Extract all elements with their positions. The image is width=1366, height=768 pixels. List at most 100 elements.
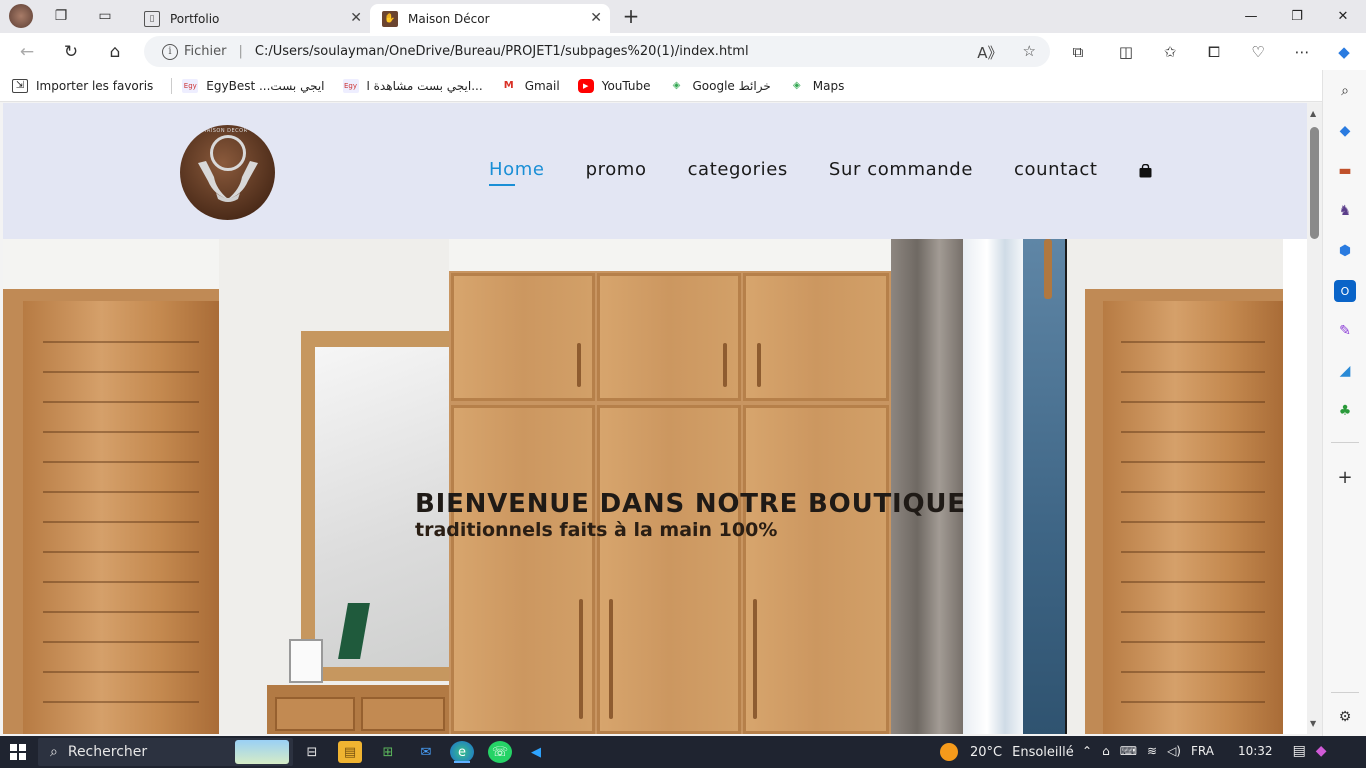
favorite-star-icon[interactable]: ☆ bbox=[1023, 42, 1036, 63]
notifications-icon[interactable]: ▤ bbox=[1293, 743, 1306, 759]
wardrobe-door bbox=[451, 405, 595, 734]
wooden-door-left bbox=[23, 301, 219, 734]
microsoft-365-icon[interactable]: ⬢ bbox=[1334, 240, 1356, 262]
egybest-icon: Egy bbox=[182, 78, 199, 93]
designer-icon[interactable]: ✎ bbox=[1334, 320, 1356, 342]
scroll-thumb[interactable] bbox=[1310, 127, 1319, 239]
page-viewport: MAISON DECOR Home promo categories Sur c… bbox=[3, 103, 1307, 734]
refresh-icon[interactable]: ↻ bbox=[56, 39, 86, 65]
sun-icon bbox=[940, 743, 958, 761]
drop-icon[interactable]: ◢ bbox=[1334, 360, 1356, 382]
site-logo[interactable]: MAISON DECOR bbox=[180, 125, 275, 220]
windows-start-icon[interactable] bbox=[10, 744, 26, 760]
weather-temp: 20°C bbox=[970, 744, 1003, 760]
site-header: MAISON DECOR Home promo categories Sur c… bbox=[3, 103, 1307, 239]
microsoft-store-icon[interactable]: ⊞ bbox=[376, 741, 400, 763]
info-icon[interactable]: i bbox=[162, 43, 178, 60]
bookmark-label: YouTube bbox=[601, 78, 651, 93]
hands-icon bbox=[198, 161, 258, 202]
wardrobe-handle bbox=[723, 343, 727, 387]
shopping-bag-icon[interactable] bbox=[1139, 163, 1152, 178]
copilot-icon[interactable]: ◆ bbox=[1332, 41, 1356, 63]
bookmark-import[interactable]: ⇲ Importer les favoris bbox=[12, 78, 154, 93]
bookmark-youtube[interactable]: ▶ YouTube bbox=[577, 78, 651, 93]
weather-widget[interactable]: 20°C Ensoleillé bbox=[940, 743, 1074, 761]
back-icon[interactable]: ← bbox=[12, 39, 42, 65]
task-view-icon[interactable]: ⊟ bbox=[300, 741, 324, 763]
network-icon[interactable]: ⌂ bbox=[1102, 744, 1110, 758]
language-indicator[interactable]: FRA bbox=[1191, 744, 1214, 758]
tree-icon[interactable]: ♣ bbox=[1334, 400, 1356, 422]
games-icon[interactable]: ♞ bbox=[1334, 200, 1356, 222]
close-tab-icon[interactable]: ✕ bbox=[350, 10, 362, 26]
collections-icon[interactable]: ⧠ bbox=[1202, 41, 1226, 63]
mail-icon[interactable]: ✉ bbox=[414, 741, 438, 763]
page-scrollbar[interactable]: ▲ ▼ bbox=[1307, 103, 1322, 734]
vscode-icon[interactable]: ◀ bbox=[524, 741, 548, 763]
tab-actions-icon[interactable]: ▭ bbox=[92, 5, 118, 27]
close-tab-icon[interactable]: ✕ bbox=[590, 10, 602, 26]
bookmark-gmail[interactable]: M Gmail bbox=[501, 79, 560, 93]
tab-strip: ❐ ▭ ▯ Portfolio ✕ ✋ Maison Décor ✕ + — ❐… bbox=[0, 0, 1366, 33]
gmail-icon: M bbox=[503, 80, 514, 91]
close-window-icon[interactable]: ✕ bbox=[1320, 0, 1366, 33]
settings-gear-icon[interactable]: ⚙ bbox=[1334, 706, 1356, 728]
whatsapp-icon[interactable]: ☏ bbox=[488, 741, 512, 763]
edge-sidebar: ⌕ ◆ ▬ ♞ ⬢ O ✎ ◢ ♣ + ⚙ bbox=[1322, 70, 1366, 736]
bookmark-egybest-1[interactable]: Egy EgyBest ...ايجي بست bbox=[182, 78, 325, 93]
favorites-icon[interactable]: ✩ bbox=[1158, 41, 1182, 63]
url-text[interactable]: C:/Users/soulayman/OneDrive/Bureau/PROJE… bbox=[255, 44, 749, 59]
nav-sur-commande[interactable]: Sur commande bbox=[829, 159, 973, 180]
split-screen-icon[interactable]: ◫ bbox=[1114, 41, 1138, 63]
minimize-icon[interactable]: — bbox=[1228, 0, 1274, 33]
wardrobe-handle bbox=[577, 343, 581, 387]
more-menu-icon[interactable]: ⋯ bbox=[1290, 41, 1314, 63]
wardrobe-top-panel bbox=[743, 273, 889, 401]
tab-portfolio[interactable]: ▯ Portfolio ✕ bbox=[132, 4, 370, 33]
clock[interactable]: 10:32 bbox=[1238, 744, 1273, 758]
browser-toolbar: ← ↻ ⌂ i Fichier | C:/Users/soulayman/One… bbox=[0, 33, 1366, 70]
scroll-down-icon[interactable]: ▼ bbox=[1310, 719, 1316, 728]
profile-avatar[interactable] bbox=[8, 4, 34, 28]
volume-icon[interactable]: ◁) bbox=[1167, 744, 1181, 758]
nav-home[interactable]: Home bbox=[489, 159, 545, 186]
add-icon[interactable]: + bbox=[1334, 466, 1356, 488]
workspaces-icon[interactable]: ❐ bbox=[48, 5, 74, 27]
nav-countact[interactable]: countact bbox=[1014, 159, 1098, 180]
wardrobe-door bbox=[597, 405, 741, 734]
windows-taskbar: ⌕ Rechercher ⊟ ▤ ⊞ ✉ e ☏ ◀ 20°C Ensoleil… bbox=[0, 736, 1366, 768]
keyboard-icon[interactable]: ⌨ bbox=[1120, 744, 1137, 758]
nav-promo[interactable]: promo bbox=[586, 159, 647, 180]
taskbar-search[interactable]: ⌕ Rechercher bbox=[38, 738, 293, 766]
read-aloud-icon[interactable]: A》 bbox=[977, 42, 1002, 63]
file-explorer-icon[interactable]: ▤ bbox=[338, 741, 362, 763]
system-tray: ⌃ ⌂ ⌨ ≋ ◁) FRA 10:32 ▤ ◆ bbox=[1082, 743, 1337, 759]
tab-title: Portfolio bbox=[170, 11, 220, 26]
address-bar[interactable]: i Fichier | C:/Users/soulayman/OneDrive/… bbox=[144, 36, 1050, 67]
tools-icon[interactable]: ▬ bbox=[1334, 160, 1356, 182]
bookmark-label: Importer les favoris bbox=[36, 78, 154, 93]
address-actions: A》 ☆ bbox=[977, 42, 1036, 63]
scroll-up-icon[interactable]: ▲ bbox=[1310, 109, 1316, 118]
main-nav: Home promo categories Sur commande count… bbox=[489, 159, 1152, 186]
chevron-up-icon[interactable]: ⌃ bbox=[1082, 744, 1092, 758]
outlook-icon[interactable]: O bbox=[1334, 280, 1356, 302]
sidebar-divider bbox=[1331, 692, 1359, 693]
weather-condition: Ensoleillé bbox=[1012, 744, 1074, 760]
extensions-icon[interactable]: ⧉ bbox=[1066, 41, 1090, 63]
shopping-tag-icon[interactable]: ◆ bbox=[1334, 120, 1356, 142]
maison-decor-favicon: ✋ bbox=[382, 10, 398, 27]
bookmark-egybest-2[interactable]: Egy ايجي بست مشاهدة ا... bbox=[342, 78, 483, 93]
browser-essentials-icon[interactable]: ♡ bbox=[1246, 41, 1270, 63]
edge-icon[interactable]: e bbox=[450, 741, 474, 763]
nav-categories[interactable]: categories bbox=[688, 159, 788, 180]
home-icon[interactable]: ⌂ bbox=[100, 39, 130, 65]
new-tab-icon[interactable]: + bbox=[618, 4, 644, 28]
bookmark-maps[interactable]: ◈ Maps bbox=[789, 79, 844, 93]
wifi-icon[interactable]: ≋ bbox=[1147, 744, 1157, 758]
search-icon[interactable]: ⌕ bbox=[1334, 80, 1356, 102]
bookmark-google-maps-ar[interactable]: ◈ Google خرائط bbox=[669, 79, 771, 93]
tab-maison-decor[interactable]: ✋ Maison Décor ✕ bbox=[370, 4, 610, 33]
restore-icon[interactable]: ❐ bbox=[1274, 0, 1320, 33]
copilot-taskbar-icon[interactable]: ◆ bbox=[1316, 743, 1327, 759]
